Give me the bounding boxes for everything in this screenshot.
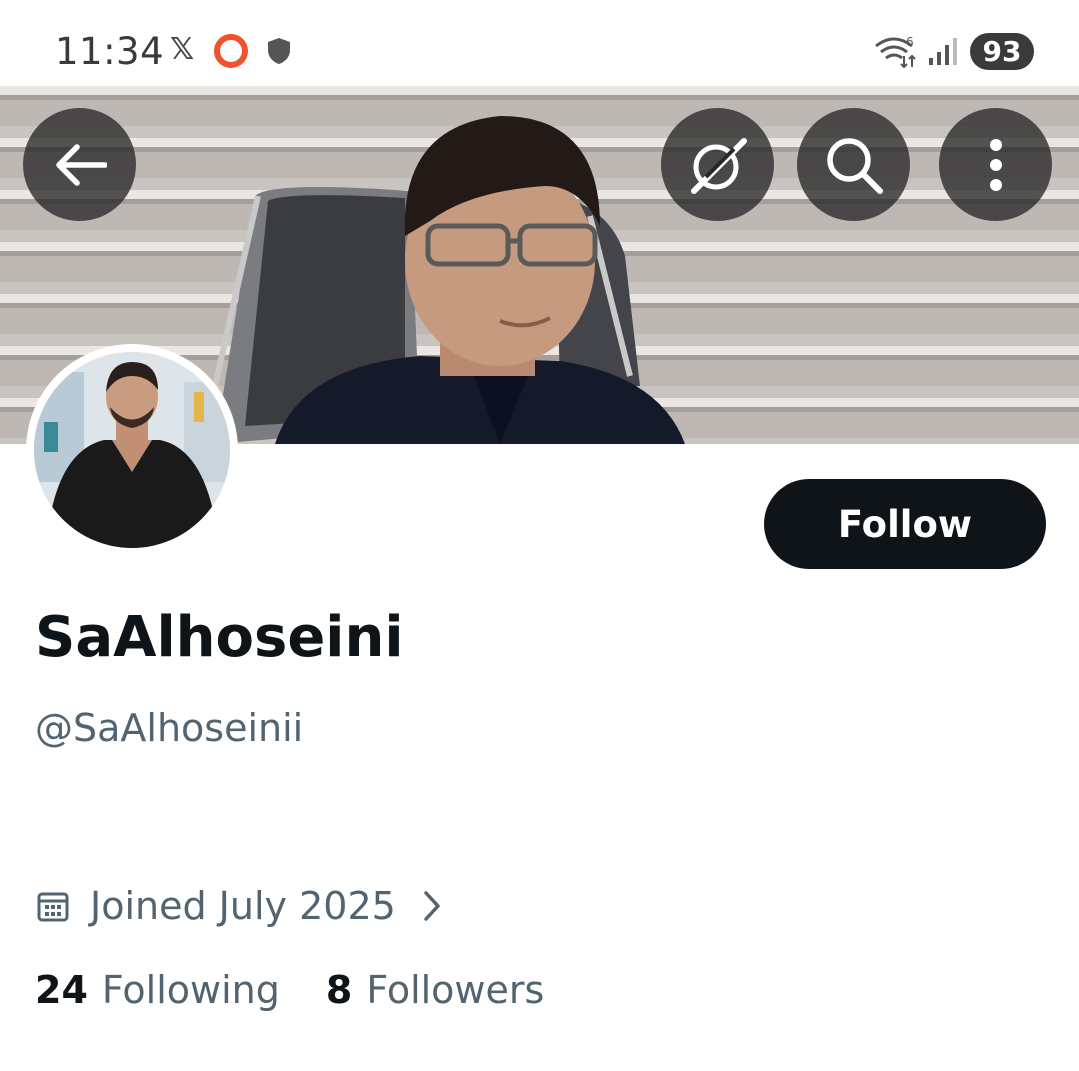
signal-icon [929, 38, 957, 65]
profile-handle: @SaAlhoseinii [35, 706, 304, 750]
back-button[interactable] [23, 108, 136, 221]
arrow-left-icon [55, 143, 107, 186]
chevron-right-icon [424, 891, 440, 921]
followers-count: 8 [325, 968, 353, 1012]
status-bar: 11:34 𝕏 6 93 [0, 0, 1079, 86]
search-icon [826, 137, 883, 194]
grok-button[interactable] [661, 108, 774, 221]
joined-date-row[interactable]: Joined July 2025 [36, 880, 442, 932]
calendar-icon [37, 892, 69, 922]
more-vertical-icon [989, 138, 1002, 191]
following-link[interactable]: 24 Following [35, 968, 280, 1012]
status-time: 11:34 [55, 30, 165, 73]
search-button[interactable] [797, 108, 910, 221]
following-count: 24 [35, 968, 88, 1012]
joined-date-text: Joined July 2025 [90, 884, 396, 928]
followers-label: Followers [366, 968, 545, 1012]
followers-link[interactable]: 8 Followers [326, 968, 544, 1012]
wifi-6-icon: 6 [875, 35, 916, 68]
follow-stats: 24 Following 8 Followers [35, 968, 544, 1012]
avatar-photo [34, 352, 230, 548]
display-name: SaAlhoseini [35, 605, 404, 670]
avatar[interactable] [26, 344, 238, 556]
shield-icon [268, 38, 290, 64]
following-label: Following [101, 968, 280, 1012]
battery-indicator: 93 [970, 33, 1034, 70]
x-logo-icon: 𝕏 [170, 32, 195, 67]
more-button[interactable] [939, 108, 1052, 221]
follow-button[interactable]: Follow [764, 479, 1046, 569]
svg-text:6: 6 [906, 35, 914, 49]
grok-icon [690, 137, 747, 194]
ring-icon [214, 34, 248, 68]
